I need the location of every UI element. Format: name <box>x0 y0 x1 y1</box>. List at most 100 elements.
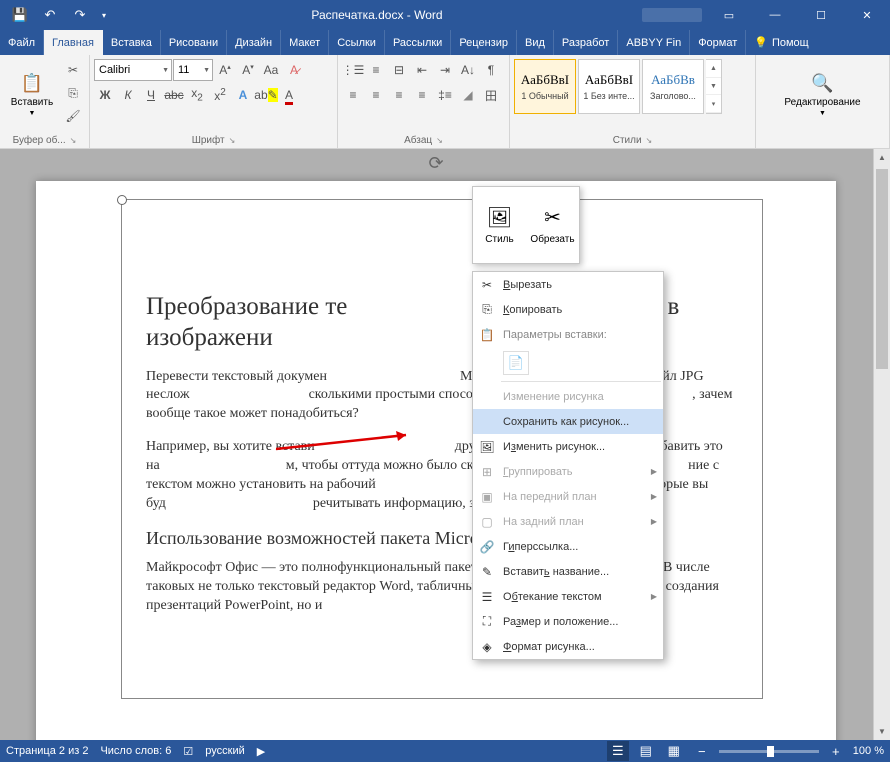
scroll-up-icon[interactable]: ▲ <box>874 149 890 166</box>
tab-home[interactable]: Главная <box>44 30 103 55</box>
tab-abbyy[interactable]: ABBYY Fin <box>618 30 690 55</box>
view-read-button[interactable]: ☰ <box>607 741 629 761</box>
tab-mailings[interactable]: Рассылки <box>385 30 451 55</box>
clear-format-button[interactable]: A̷ <box>283 59 305 81</box>
subscript-button[interactable]: x2 <box>186 84 208 106</box>
ctx-size-position[interactable]: ⛶Размер и положение... <box>473 609 663 634</box>
paste-keep-text[interactable]: 📄 <box>503 351 529 375</box>
ctx-change-picture[interactable]: 🖼Изменить рисунок... <box>473 434 663 459</box>
qat-customize[interactable]: ▾ <box>96 0 112 30</box>
sort-button[interactable]: A↓ <box>457 59 479 81</box>
copy-button[interactable]: ⎘ <box>62 82 84 104</box>
status-language[interactable]: русский <box>205 745 244 757</box>
tell-me[interactable]: 💡Помощ <box>746 30 816 55</box>
maximize-button[interactable]: ☐ <box>798 0 844 30</box>
inc-indent-button[interactable]: ⇥ <box>434 59 456 81</box>
shrink-font-button[interactable]: A▾ <box>237 59 259 81</box>
tab-insert[interactable]: Вставка <box>103 30 161 55</box>
borders-button[interactable]: 田 <box>480 84 502 106</box>
change-case-button[interactable]: Aa <box>260 59 282 81</box>
font-launcher[interactable]: ↘ <box>229 136 236 145</box>
align-left-button[interactable]: ≡ <box>342 84 364 106</box>
undo-button[interactable]: ↶ <box>36 0 64 30</box>
ribbon-options-icon: ▭ <box>724 9 734 22</box>
numbering-button[interactable]: ≡ <box>365 59 387 81</box>
italic-button[interactable]: К <box>117 84 139 106</box>
vertical-scrollbar[interactable]: ▲ ▼ <box>873 149 890 740</box>
clipboard-launcher[interactable]: ↘ <box>70 136 77 145</box>
status-macro[interactable]: ▶ <box>257 745 265 758</box>
tab-draw[interactable]: Рисовани <box>161 30 227 55</box>
tab-references[interactable]: Ссылки <box>329 30 385 55</box>
tab-design[interactable]: Дизайн <box>227 30 281 55</box>
status-page[interactable]: Страница 2 из 2 <box>6 745 88 757</box>
front-icon: ▣ <box>479 490 495 504</box>
ctx-save-as-picture[interactable]: Сохранить как рисунок... <box>473 409 663 434</box>
minimize-button[interactable]: — <box>752 0 798 30</box>
style-heading[interactable]: АаБбВв Заголово... <box>642 59 704 114</box>
tab-developer[interactable]: Разработ <box>554 30 618 55</box>
cut-button[interactable]: ✂ <box>62 59 84 81</box>
style-no-spacing[interactable]: АаБбВвІ 1 Без инте... <box>578 59 640 114</box>
justify-button[interactable]: ≡ <box>411 84 433 106</box>
view-web-button[interactable]: ▦ <box>663 741 685 761</box>
ctx-format-picture[interactable]: ◈Формат рисунка... <box>473 634 663 659</box>
picture-style-button[interactable]: 🖼 Стиль <box>473 187 526 263</box>
strike-button[interactable]: abc <box>163 84 185 106</box>
rotate-handle-icon[interactable]: ⟳ <box>428 153 443 174</box>
ctx-text-wrap[interactable]: ☰Обтекание текстом▶ <box>473 584 663 609</box>
font-name-combo[interactable]: Calibri▼ <box>94 59 172 81</box>
zoom-level[interactable]: 100 % <box>853 745 884 757</box>
view-print-button[interactable]: ▤ <box>635 741 657 761</box>
font-color-button[interactable]: A <box>278 84 300 106</box>
scrollbar-thumb[interactable] <box>876 169 888 369</box>
status-word-count[interactable]: Число слов: 6 <box>100 745 171 757</box>
ctx-cut[interactable]: ✂Вырезать <box>473 272 663 297</box>
align-right-button[interactable]: ≡ <box>388 84 410 106</box>
redo-button[interactable]: ↷ <box>66 0 94 30</box>
dec-indent-button[interactable]: ⇤ <box>411 59 433 81</box>
zoom-in-button[interactable]: + <box>825 741 847 761</box>
styles-gallery-more[interactable]: ▲ ▼ ▾ <box>706 59 722 114</box>
highlight-button[interactable]: ab✎ <box>255 84 277 106</box>
shading-button[interactable]: ◢ <box>457 84 479 106</box>
zoom-out-button[interactable]: − <box>691 741 713 761</box>
zoom-slider[interactable] <box>719 750 819 753</box>
strike-icon: abc <box>164 88 183 102</box>
grow-font-button[interactable]: A▴ <box>214 59 236 81</box>
multilevel-button[interactable]: ⊟ <box>388 59 410 81</box>
text-effects-button[interactable]: A <box>232 84 254 106</box>
align-center-button[interactable]: ≡ <box>365 84 387 106</box>
superscript-button[interactable]: x2 <box>209 84 231 106</box>
underline-button[interactable]: Ч <box>140 84 162 106</box>
tab-file[interactable]: Файл <box>0 30 44 55</box>
status-spell[interactable]: ☑ <box>183 745 193 758</box>
grow-font-icon: A▴ <box>219 63 231 77</box>
ribbon-options-button[interactable]: ▭ <box>706 0 752 30</box>
bullets-button[interactable]: ⋮☰ <box>342 59 364 81</box>
styles-launcher[interactable]: ↘ <box>646 136 653 145</box>
tab-view[interactable]: Вид <box>517 30 554 55</box>
crop-button[interactable]: ✂ Обрезать <box>526 187 579 263</box>
font-size-combo[interactable]: 11▼ <box>173 59 213 81</box>
zoom-thumb[interactable] <box>767 746 774 757</box>
format-painter-button[interactable]: 🖌 <box>62 105 84 127</box>
borders-icon: 田 <box>485 87 497 104</box>
ctx-copy[interactable]: ⎘Копировать <box>473 297 663 322</box>
save-button[interactable]: 💾 <box>6 0 34 30</box>
chevron-down-icon: ▼ <box>29 110 36 117</box>
paste-button[interactable]: 📋 Вставить ▼ <box>4 59 60 129</box>
tab-format[interactable]: Формат <box>690 30 746 55</box>
close-button[interactable]: ✕ <box>844 0 890 30</box>
style-normal[interactable]: АаБбВвІ 1 Обычный <box>514 59 576 114</box>
ctx-insert-caption[interactable]: ✎Вставить название... <box>473 559 663 584</box>
ctx-hyperlink[interactable]: 🔗Гиперссылка... <box>473 534 663 559</box>
scroll-down-icon[interactable]: ▼ <box>874 723 890 740</box>
para-launcher[interactable]: ↘ <box>436 136 443 145</box>
tab-layout[interactable]: Макет <box>281 30 329 55</box>
show-marks-button[interactable]: ¶ <box>480 59 502 81</box>
bold-button[interactable]: Ж <box>94 84 116 106</box>
tab-review[interactable]: Рецензир <box>451 30 517 55</box>
find-button[interactable]: 🔍 Редактирование ▼ <box>778 59 868 129</box>
line-spacing-button[interactable]: ‡≡ <box>434 84 456 106</box>
